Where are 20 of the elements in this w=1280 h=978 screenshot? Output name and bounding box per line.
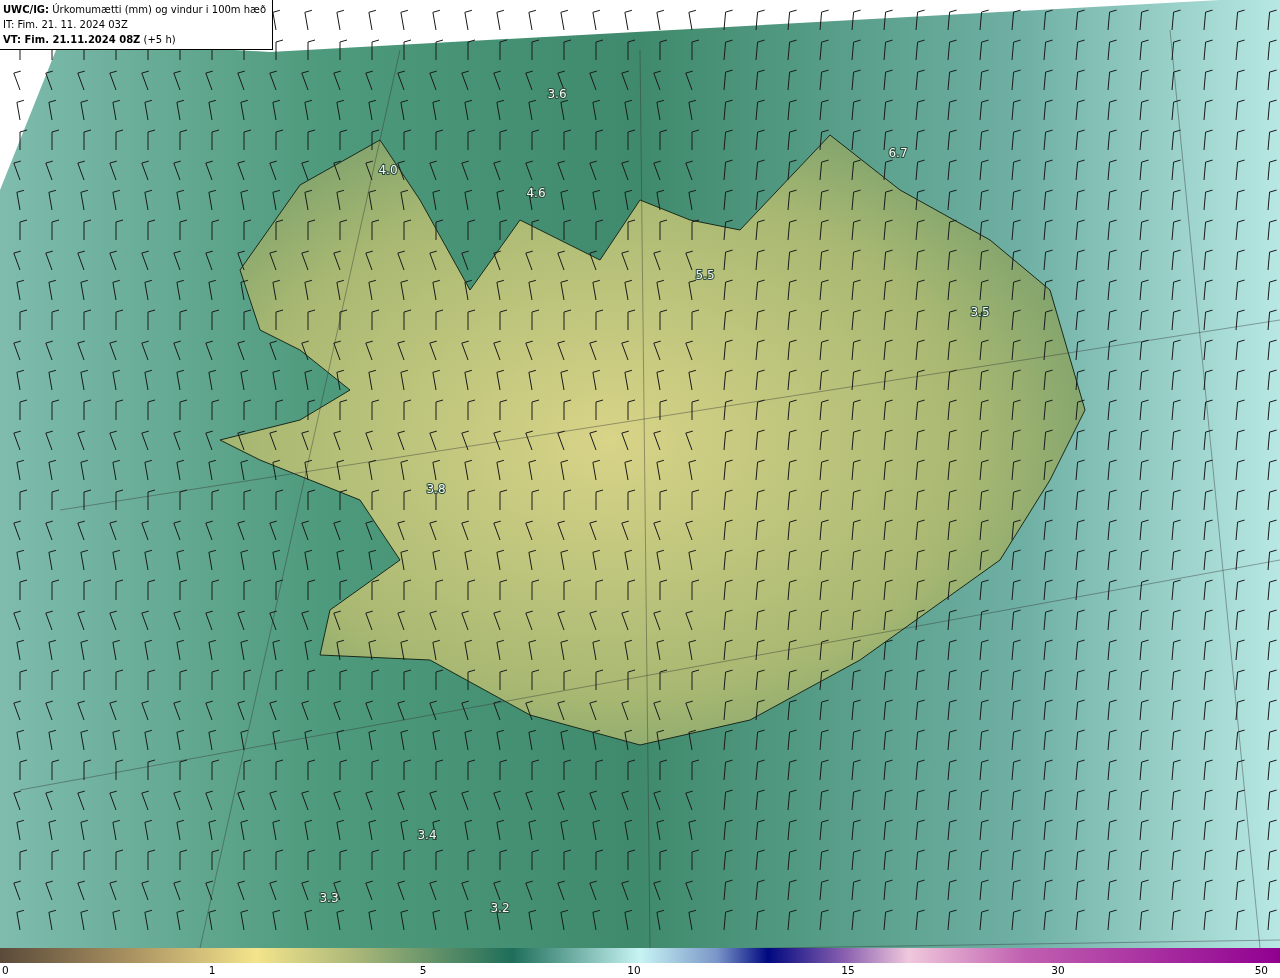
- precipitation-value: 6.7: [888, 146, 908, 160]
- colorbar-tick: 50: [1254, 964, 1268, 976]
- colorbar-tick: 1: [208, 964, 216, 976]
- precipitation-value: 4.0: [378, 163, 398, 177]
- precipitation-value: 3.8: [426, 482, 446, 496]
- precipitation-value: 3.6: [547, 87, 567, 101]
- precipitation-value: 3.3: [319, 891, 339, 905]
- colorbar-tick: 10: [627, 964, 641, 976]
- issue-time: IT: Fim. 21. 11. 2024 03Z: [3, 18, 128, 32]
- map-title: UWC/IG: Úrkomumætti (mm) og vindur i 100m hæð: [3, 2, 267, 17]
- colorbar-tick: 0: [2, 964, 9, 976]
- precipitation-value: 3.2: [490, 901, 510, 915]
- precipitation-value: 5.5: [695, 268, 715, 282]
- precipitation-value: 3.4: [417, 828, 437, 842]
- colorbar-tick: 15: [841, 964, 855, 976]
- colorbar-tick: 5: [419, 964, 427, 976]
- precipitation-value: 3.5: [970, 305, 990, 319]
- colorbar-tick: 30: [1051, 964, 1065, 976]
- valid-time: VT: Fim. 21.11.2024 08Z (+5 h): [3, 33, 176, 47]
- precipitation-value: 4.6: [526, 186, 546, 200]
